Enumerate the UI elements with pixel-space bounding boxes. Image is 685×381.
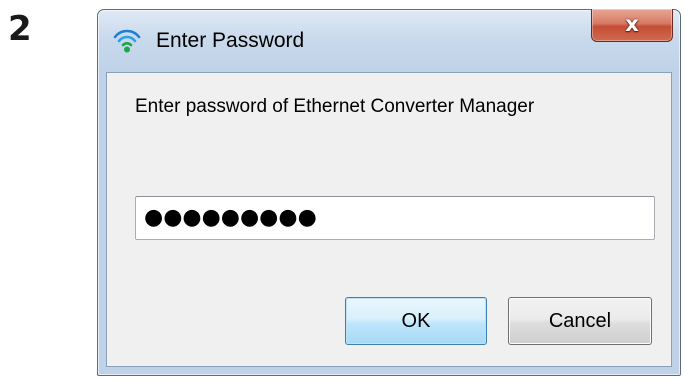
password-prompt-label: Enter password of Ethernet Converter Man…: [135, 96, 535, 117]
password-masked-value: ●●●●●●●●●: [144, 205, 317, 230]
step-number: 2: [8, 9, 32, 49]
dialog-title: Enter Password: [156, 29, 305, 52]
close-icon: x: [625, 12, 639, 36]
close-button[interactable]: x: [591, 9, 673, 42]
cancel-button[interactable]: Cancel: [508, 297, 652, 345]
dialog-titlebar[interactable]: Enter Password x: [98, 9, 680, 72]
enter-password-dialog: Enter Password x Enter password of Ether…: [97, 9, 681, 376]
password-field[interactable]: ●●●●●●●●●: [135, 196, 655, 240]
dialog-body: Enter password of Ethernet Converter Man…: [106, 72, 672, 367]
ok-button[interactable]: OK: [345, 297, 487, 345]
wireless-signal-icon: [113, 29, 141, 53]
